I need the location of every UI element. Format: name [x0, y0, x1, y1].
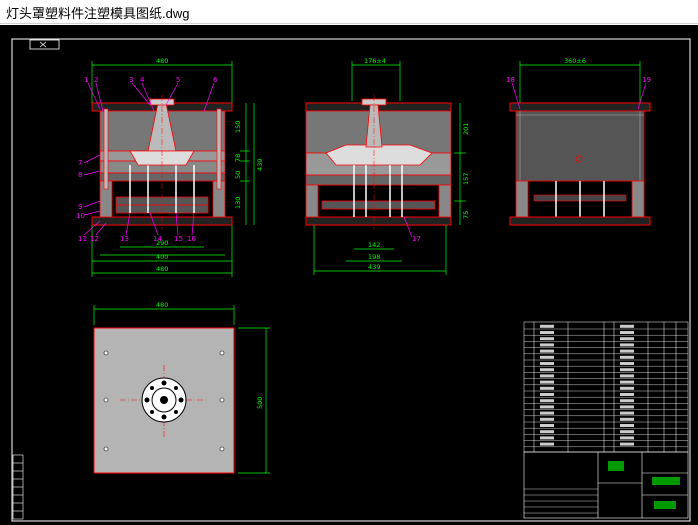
parts-list-cell-mark [540, 343, 554, 347]
parts-list-cell-mark [620, 405, 634, 409]
part-number-18: 18 [506, 76, 515, 84]
parts-list-cell-mark [540, 349, 554, 353]
title-block-rows [524, 488, 598, 514]
parts-list-cell-mark [620, 386, 634, 390]
parts-list-cell-mark [620, 368, 634, 372]
plan-view [93, 327, 235, 474]
parts-list-cell-mark [540, 436, 554, 440]
parts-list-cell-mark [540, 374, 554, 378]
front-height-1: 150 [234, 121, 242, 133]
part-number-5: 5 [176, 76, 180, 84]
part-number-19: 19 [642, 76, 651, 84]
parts-list-cell-mark [620, 380, 634, 384]
side-bottom-width-3: 439 [368, 263, 380, 271]
part-number-6: 6 [213, 76, 218, 84]
front-top-width: 480 [156, 57, 168, 65]
part-number-11: 11 [78, 235, 87, 243]
part-number-3: 3 [129, 76, 133, 84]
right-view [509, 102, 651, 226]
parts-list-cell-mark [620, 393, 634, 396]
parts-list-cell-mark [540, 386, 554, 390]
part-number-13: 13 [120, 235, 129, 243]
parts-list-cell-mark [620, 362, 634, 365]
parts-list-cell-mark [540, 324, 554, 328]
part-number-1: 1 [84, 76, 88, 84]
plan-width: 480 [156, 301, 168, 309]
parts-list-cell-mark [620, 430, 634, 434]
parts-list-cell-mark [540, 424, 554, 427]
part-number-10: 10 [76, 212, 85, 220]
side-height-2: 157 [462, 173, 470, 185]
right-top-width: 360±6 [564, 57, 586, 65]
parts-list-cell-mark [620, 424, 634, 427]
right-view-dimensions [519, 61, 641, 103]
front-bottom-width-3: 480 [156, 265, 168, 273]
parts-list-cell-mark [540, 380, 554, 384]
parts-list-cell-mark [540, 362, 554, 365]
part-number-16: 16 [187, 235, 196, 243]
front-bottom-width-2: 400 [156, 253, 168, 261]
part-number-17: 17 [412, 235, 421, 243]
part-number-9: 9 [78, 203, 82, 211]
side-bottom-width-2: 198 [368, 253, 380, 261]
front-height-3: 50 [234, 171, 242, 179]
front-height-4: 130 [234, 197, 242, 209]
window-title: 灯头罩塑料件注塑模具图纸.dwg [6, 6, 190, 21]
title-bar: 灯头罩塑料件注塑模具图纸.dwg [0, 0, 698, 24]
parts-list-cell-mark [620, 337, 634, 341]
parts-list-cell-mark [540, 417, 554, 421]
parts-list-cell-mark [620, 355, 634, 359]
parts-list-cell-mark [620, 331, 634, 334]
side-height-3: 75 [462, 211, 470, 219]
parts-list-cell-mark [620, 349, 634, 353]
parts-list-cell-mark [540, 368, 554, 372]
cad-drawing: 480 290 400 480 150 78 50 130 439 1 2 3 … [11, 38, 691, 522]
drawing-canvas[interactable]: 480 290 400 480 150 78 50 130 439 1 2 3 … [0, 25, 698, 525]
parts-list-cell-mark [540, 355, 554, 359]
parts-list-cell-mark [620, 417, 634, 421]
support-plate [99, 172, 226, 182]
parts-list-cell-mark [620, 436, 634, 440]
plan-height: 500 [256, 397, 264, 409]
side-bottom-width-1: 142 [368, 241, 380, 249]
front-height-2: 78 [234, 154, 242, 162]
part-number-2: 2 [94, 76, 98, 84]
parts-list-cell-mark [620, 442, 634, 446]
parts-list-cell-mark [620, 399, 634, 403]
front-total-height: 439 [256, 159, 264, 171]
left-margin-strip [12, 454, 24, 520]
part-number-7: 7 [78, 159, 82, 167]
parts-list-cell-mark [540, 399, 554, 403]
side-view [305, 95, 452, 230]
parts-list-cell-mark [620, 411, 634, 415]
part-number-14: 14 [153, 235, 162, 243]
parts-list-rows [524, 324, 688, 447]
corner-tag [29, 39, 60, 50]
part-number-12: 12 [90, 235, 99, 243]
side-height-1: 201 [462, 123, 470, 135]
parts-list-cell-mark [540, 393, 554, 396]
parts-list-cell-mark [540, 442, 554, 446]
side-top-width: 176±4 [364, 57, 386, 65]
parts-list-cell-mark [540, 405, 554, 409]
part-number-8: 8 [78, 171, 82, 179]
parts-list-cell-mark [540, 430, 554, 434]
parts-list-cell-mark [540, 337, 554, 341]
front-view [91, 95, 233, 230]
parts-list-cell-mark [540, 411, 554, 415]
parts-list-cell-mark [620, 324, 634, 328]
parts-list-cell-mark [620, 343, 634, 347]
part-number-4: 4 [140, 76, 145, 84]
parts-list-cell-mark [540, 331, 554, 334]
parts-list-cell-mark [620, 374, 634, 378]
part-number-15: 15 [174, 235, 183, 243]
